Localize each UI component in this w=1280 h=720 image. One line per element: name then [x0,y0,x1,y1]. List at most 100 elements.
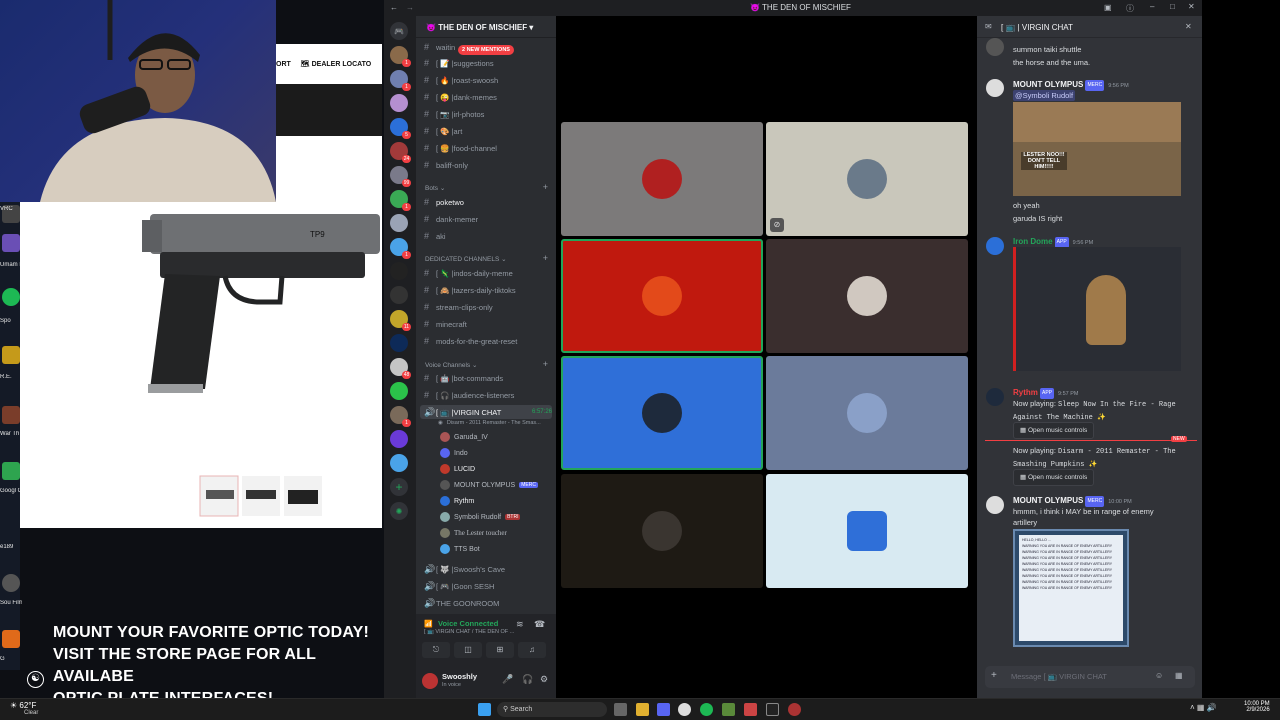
umamusume-desktop-icon[interactable] [2,234,20,252]
server-icon[interactable] [390,94,408,112]
participant-tile[interactable] [766,356,968,470]
weather-widget[interactable]: ☀ 62°F [10,701,36,710]
channel-irl-photos[interactable]: #[ 📷 | irl-photos [424,107,554,121]
channel-stream-clips-only[interactable]: # stream-clips-only [424,300,554,314]
source-filmmaker-desktop-icon[interactable] [2,574,20,592]
discord-taskbar-icon[interactable] [657,703,670,716]
add-channel-icon[interactable]: + [543,182,548,192]
voice-connected-sub[interactable]: [ 📺 VIRGIN CHAT / THE DEN OF ... [424,629,514,635]
avatar[interactable] [986,388,1004,406]
voice-user-tts-bot[interactable]: TTS Bot [440,542,480,556]
microphone-icon[interactable]: 🎤 [502,674,513,685]
voice-user-lucid[interactable]: LUCID [440,462,475,476]
channel-roast-swoosh[interactable]: #[ 🔥 | roast-swoosh [424,73,554,87]
mention[interactable]: @Symboli Rudolf [1013,90,1076,101]
channel-baliff-only[interactable]: # baliff-only [424,158,554,172]
avatar[interactable] [986,38,1004,56]
server-icon[interactable] [390,334,408,352]
server-icon[interactable] [390,430,408,448]
participant-tile[interactable] [561,474,763,588]
app-taskbar-icon[interactable] [744,703,757,716]
channel-waitin[interactable]: # waitin [424,40,554,54]
chrome-icon[interactable] [678,703,691,716]
war-thunder-desktop-icon[interactable] [2,406,20,424]
gear-icon[interactable]: ⚙ [540,674,548,685]
close-icon[interactable]: ✕ [1188,2,1195,11]
server-icon[interactable] [390,286,408,304]
screen-share-button[interactable]: ◫ [454,642,482,658]
participant-tile-speaking[interactable] [561,356,763,470]
server-icon[interactable] [390,262,408,280]
server-icon[interactable]: 11 [390,310,411,331]
channel-dank-memer[interactable]: # dank-memer [424,212,554,226]
shop-nav-support[interactable]: ORT [276,61,291,68]
channel-indos-daily-meme[interactable]: #[ 🦎 | indos-daily-meme [424,266,554,280]
channel-aki[interactable]: # aki [424,229,554,243]
category-bots[interactable]: Bots ⌄ [425,184,445,192]
clock[interactable]: 10:00 PM 2/9/2026 [1244,701,1270,713]
app-desktop-icon[interactable] [2,630,20,648]
noise-suppression-icon[interactable]: ≋ [516,619,524,630]
server-icon[interactable] [390,382,408,400]
camera-off-button[interactable]: ⎋ [422,642,450,658]
add-channel-icon[interactable]: + [543,359,548,369]
channel-poketwo[interactable]: # poketwo [424,195,554,209]
active-server-icon[interactable] [390,214,408,232]
channel-bot-commands[interactable]: #[ 🤖 | bot-commands [424,371,554,385]
close-chat-icon[interactable]: ✕ [1185,22,1192,31]
server-icon[interactable]: 1 [390,70,411,91]
channel-suggestions[interactable]: #[ 📝 | suggestions [424,56,554,70]
voice-channel-goonroom[interactable]: 🔊 THE GOONROOM [424,596,554,610]
google-play-games-desktop-icon[interactable] [2,462,20,480]
channel-food-channel[interactable]: #[ 🍔 | food-channel [424,141,554,155]
voice-user-indo[interactable]: Indo [440,446,468,460]
category-voice[interactable]: Voice Channels ⌄ [425,361,477,369]
attach-plus-icon[interactable]: + [991,670,997,681]
minimize-icon[interactable]: – [1150,2,1154,11]
discover-icon[interactable]: ✺ [390,502,408,520]
minecraft-taskbar-icon[interactable] [722,703,735,716]
avatar[interactable] [986,496,1004,514]
taskbar-search[interactable]: ⚲ Search [497,702,607,717]
signal-icon[interactable]: 📶 [424,620,433,628]
emoji-icon[interactable]: ☺ [1155,671,1163,680]
participant-tile[interactable]: ⊘ [766,122,968,236]
activities-button[interactable]: ⊞ [486,642,514,658]
shop-nav-dealer[interactable]: 🗺 DEALER LOCATO [301,60,371,68]
voice-user-rythm[interactable]: Rythm [440,494,474,508]
task-view-icon[interactable] [614,703,627,716]
voice-user-symboli-rudolf[interactable]: Symboli Rudolf BTRI [440,510,521,524]
forward-arrow-icon[interactable]: → [406,3,414,12]
channel-mods-for-the-great-reset[interactable]: # mods-for-the-great-reset [424,334,554,348]
add-server-icon[interactable]: + [390,478,408,496]
participant-tile[interactable] [766,239,968,353]
voice-channel-swooshs-cave[interactable]: 🔊[ 🐺 | Swoosh's Cave [424,562,554,576]
server-header[interactable]: 😈 THE DEN OF MISCHIEF ▾ [416,16,556,38]
username[interactable]: Swooshly [442,672,477,681]
maximize-icon[interactable]: □ [1170,2,1175,11]
channel-audience-listeners[interactable]: #[ 🎧 | audience-listeners [424,388,554,402]
tray-icons[interactable]: ˄ ▦ 🔊 [1190,703,1217,712]
app-taskbar-icon[interactable] [788,703,801,716]
participant-tile-speaking[interactable] [561,239,763,353]
voice-channel-goon-sesh[interactable]: 🔊[ 🎮 | Goon SESH [424,579,554,593]
voice-user-mount-olympus[interactable]: MOUNT OLYMPUS MERC [440,478,538,492]
server-icon[interactable]: 48 [390,358,411,379]
server-icon[interactable]: 5 [390,118,411,139]
start-icon[interactable] [478,703,491,716]
open-music-controls-button[interactable]: ▦ Open music controls [1013,469,1095,486]
channel-tazers-daily-tiktoks[interactable]: #[ 🙈 | tazers-daily-tiktoks [424,283,554,297]
server-icon[interactable]: 1 [390,406,411,427]
server-icon[interactable]: 1 [390,238,411,259]
re-desktop-icon[interactable] [2,346,20,364]
voice-user-garuda[interactable]: Garuda_IV [440,430,488,444]
inbox-icon[interactable]: ▣ [1104,3,1112,12]
avatar[interactable] [422,673,438,689]
soundboard-button[interactable]: ♫ [518,642,546,658]
file-explorer-icon[interactable] [636,703,649,716]
channel-dank-memes[interactable]: #[ 😜 | dank-memes [424,90,554,104]
add-channel-icon[interactable]: + [543,253,548,263]
message-input[interactable]: + Message [ 📺 VIRGIN CHAT ☺ ▦ [985,666,1195,688]
disconnect-icon[interactable]: ☎ [534,619,545,630]
help-icon[interactable]: ⓘ [1126,3,1134,14]
